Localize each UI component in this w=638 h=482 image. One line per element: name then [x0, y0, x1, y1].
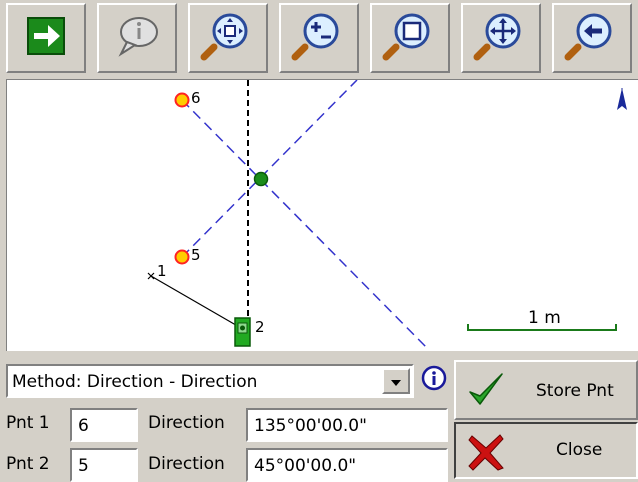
close-icon	[466, 432, 506, 476]
method-select-value: Method: Direction - Direction	[12, 372, 258, 392]
store-point-label: Store Pnt	[536, 381, 614, 401]
note-button[interactable]	[97, 3, 177, 73]
method-select-toggle[interactable]	[382, 368, 410, 394]
scale-label: 1 m	[528, 308, 561, 328]
close-button[interactable]: Close	[454, 422, 638, 479]
direction-line-pnt6	[181, 99, 428, 349]
speech-bubble-icon	[113, 14, 161, 62]
direction2-field[interactable]: 45°00'00.0"	[246, 448, 448, 482]
point-2-label: 2	[255, 318, 265, 336]
point-5-marker	[174, 249, 190, 265]
go-button[interactable]	[6, 3, 86, 73]
zoom-extents-icon	[200, 11, 256, 65]
direction-line-pnt5	[181, 80, 358, 258]
zoom-extents-button[interactable]	[188, 3, 268, 73]
direction1-field[interactable]: 135°00'00.0"	[246, 408, 448, 442]
pan-button[interactable]	[461, 3, 541, 73]
pnt2-label: Pnt 2	[6, 454, 50, 474]
close-label: Close	[556, 440, 603, 460]
zoom-previous-icon	[564, 11, 620, 65]
zoom-in-out-icon	[291, 11, 347, 65]
input-panel: Method: Direction - Direction Pnt 1 6 Di…	[0, 352, 638, 482]
map-view[interactable]: 6 5 1 2 1 m	[6, 79, 638, 351]
method-info-button[interactable]	[418, 363, 450, 397]
pnt2-field[interactable]: 5	[70, 448, 138, 482]
store-point-button[interactable]: Store Pnt	[454, 360, 638, 420]
backsight-line	[150, 275, 242, 329]
info-icon	[421, 365, 447, 395]
intersection-point	[253, 171, 269, 187]
north-arrow-icon	[617, 88, 627, 110]
toolbar	[0, 0, 638, 78]
zoom-previous-button[interactable]	[552, 3, 632, 73]
instrument-icon	[234, 317, 251, 347]
pnt1-field[interactable]: 6	[70, 408, 138, 442]
point-6-label: 6	[191, 89, 201, 107]
point-1-label: 1	[157, 262, 167, 280]
zoom-in-out-button[interactable]	[279, 3, 359, 73]
method-select[interactable]: Method: Direction - Direction	[6, 364, 414, 398]
direction2-label: Direction	[148, 454, 225, 474]
checkmark-icon	[466, 370, 506, 414]
point-5-label: 5	[191, 246, 201, 264]
pnt1-label: Pnt 1	[6, 413, 50, 433]
zoom-window-icon	[382, 11, 438, 65]
direction1-label: Direction	[148, 413, 225, 433]
chevron-down-icon	[390, 372, 402, 391]
point-1-marker	[147, 272, 155, 280]
pan-icon	[473, 11, 529, 65]
point-6-marker	[174, 92, 190, 108]
go-arrow-icon	[26, 16, 66, 60]
zoom-window-button[interactable]	[370, 3, 450, 73]
